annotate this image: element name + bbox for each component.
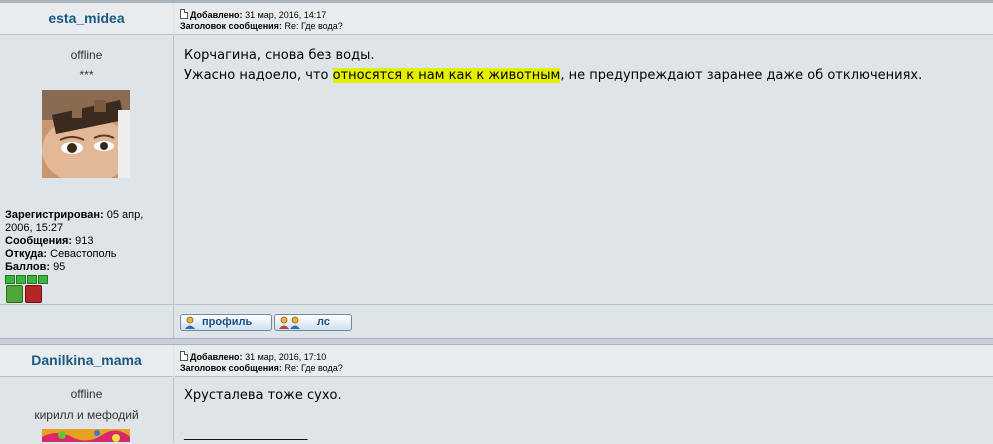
- post-1: esta_midea Добавлено: 31 мар, 2016, 14:1…: [0, 3, 993, 339]
- message-line-2-start: Ужасно надоело, что: [184, 68, 333, 83]
- message-line-1: Корчагина, снова без воды.: [184, 48, 375, 63]
- profile-button-label: профиль: [202, 316, 253, 328]
- post-2: Danilkina_mama Добавлено: 31 мар, 2016, …: [0, 345, 993, 442]
- post-subject: Re: Где вода?: [284, 363, 343, 373]
- post-subject: Re: Где вода?: [284, 21, 343, 31]
- post-author[interactable]: Danilkina_mama: [0, 345, 173, 377]
- author-panel: offline кирилл и мефодий: [0, 377, 174, 442]
- avatar: [42, 90, 130, 178]
- points-label: Баллов:: [5, 261, 50, 273]
- post-header: Добавлено: 31 мар, 2016, 14:17 Заголовок…: [174, 3, 993, 35]
- thumbs-down-icon[interactable]: [25, 285, 42, 303]
- points-value: 95: [53, 261, 66, 273]
- signature-line: ___________________: [184, 426, 308, 441]
- messages-label: Сообщения:: [5, 235, 73, 247]
- reputation-dots: [5, 275, 170, 284]
- user-rank: ***: [79, 68, 94, 82]
- post-separator: [0, 338, 993, 345]
- added-date: 31 мар, 2016, 17:10: [245, 352, 327, 362]
- avatar: [42, 428, 130, 442]
- thumbs-up-icon[interactable]: [6, 285, 23, 303]
- added-label: Добавлено:: [190, 352, 243, 362]
- users-icon: [278, 316, 302, 329]
- post-message: Корчагина, снова без воды. Ужасно надоел…: [184, 46, 922, 86]
- user-rank: кирилл и мефодий: [34, 408, 139, 422]
- message-line-1: Хрусталева тоже сухо.: [184, 388, 342, 403]
- user-info: Зарегистрирован: 05 апр, 2006, 15:27 Соо…: [5, 209, 170, 284]
- post-message: Хрусталева тоже сухо. __________________…: [184, 386, 342, 444]
- user-icon: [184, 316, 196, 329]
- from-value: Севастополь: [50, 248, 117, 260]
- registered-label: Зарегистрирован:: [5, 209, 104, 221]
- pm-button[interactable]: лс: [274, 314, 352, 331]
- profile-button[interactable]: профиль: [180, 314, 272, 331]
- post-icon[interactable]: [180, 351, 188, 361]
- highlighted-text: относятся к нам как к животным: [332, 68, 561, 83]
- messages-value: 913: [75, 235, 94, 247]
- message-line-2-end: , не предупреждают заранее даже об отклю…: [560, 68, 923, 83]
- post-icon[interactable]: [180, 9, 188, 19]
- subject-label: Заголовок сообщения:: [180, 363, 282, 373]
- online-status: offline: [70, 48, 103, 62]
- author-panel: offline *** Зарегистрирован: 05 апр, 200…: [0, 35, 174, 304]
- post-header: Добавлено: 31 мар, 2016, 17:10 Заголовок…: [174, 345, 993, 377]
- added-label: Добавлено:: [190, 10, 243, 20]
- subject-label: Заголовок сообщения:: [180, 21, 282, 31]
- post-author[interactable]: esta_midea: [0, 3, 173, 35]
- avatar-image: [42, 429, 130, 442]
- pm-button-label: лс: [317, 316, 330, 328]
- from-label: Откуда:: [5, 248, 48, 260]
- post-footer: профиль лс: [0, 304, 993, 339]
- added-date: 31 мар, 2016, 14:17: [245, 10, 327, 20]
- online-status: offline: [70, 387, 103, 401]
- avatar-image: [42, 90, 130, 178]
